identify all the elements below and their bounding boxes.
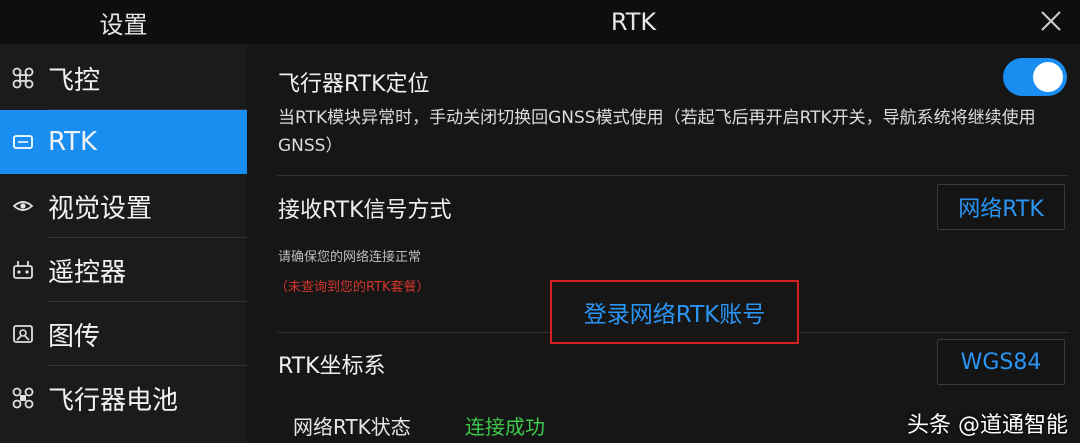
close-button[interactable] [1034,4,1068,38]
network-rtk-status-value: 连接成功 [465,415,545,439]
page-title: RTK [610,8,657,36]
sidebar-item-rtk[interactable]: RTK [0,110,247,174]
sidebar-item-visual-settings[interactable]: 视觉设置 [0,174,247,238]
signal-method-select[interactable]: 网络RTK [937,184,1065,230]
rtk-icon [12,131,34,153]
coordinate-system-title: RTK坐标系 [278,354,386,379]
sidebar-item-label: 图传 [48,321,101,352]
toggle-knob [1033,62,1063,92]
login-network-rtk-label: 登录网络RTK账号 [583,302,766,328]
divider [277,175,1068,176]
rtk-positioning-description: 当RTK模块异常时，手动关闭切换回GNSS模式使用（若起飞后再开启RTK开关，导… [278,108,1036,156]
coordinate-system-select[interactable]: WGS84 [937,339,1065,385]
sidebar-item-label: 遥控器 [48,257,127,288]
divider [800,332,1068,333]
network-hint: 请确保您的网络连接正常 [278,250,422,265]
sidebar-item-label: 飞控 [48,65,101,96]
drone-battery-icon [12,387,34,409]
drone-icon [12,67,34,89]
main-panel: 飞行器RTK定位 当RTK模块异常时，手动关闭切换回GNSS模式使用（若起飞后再… [247,44,1080,443]
sidebar-item-drone-battery[interactable]: 飞行器电池 [0,366,247,430]
sidebar-item-flight-control[interactable]: 飞控 [0,46,247,110]
eye-icon [12,195,34,217]
sidebar-item-label: 飞行器电池 [48,385,179,416]
sidebar-item-label: RTK [48,127,98,157]
close-icon [1041,11,1061,31]
network-rtk-status-label: 网络RTK状态 [293,415,411,439]
rtk-plan-warning: （未查询到您的RTK套餐） [275,280,430,295]
sidebar-item-label: 视觉设置 [48,193,153,224]
top-bar: 设置 RTK [0,0,1080,44]
watermark: 头条 @道通智能 [907,413,1068,438]
rtk-positioning-toggle[interactable] [1003,58,1067,96]
settings-title: 设置 [99,10,148,39]
sidebar: 飞控 RTK 视觉设置 遥控器 图传 飞行器电池 [0,44,247,443]
sidebar-item-remote-controller[interactable]: 遥控器 [0,238,247,302]
remote-controller-icon [12,259,34,281]
signal-method-title: 接收RTK信号方式 [278,198,452,223]
divider [277,332,550,333]
rtk-positioning-title: 飞行器RTK定位 [278,72,430,97]
image-transmission-icon [12,323,34,345]
login-network-rtk-button[interactable]: 登录网络RTK账号 [550,280,799,344]
sidebar-item-image-transmission[interactable]: 图传 [0,302,247,366]
